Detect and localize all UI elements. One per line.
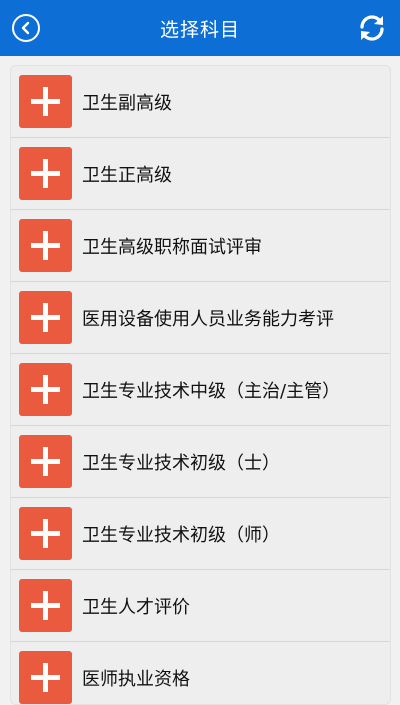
list-item[interactable]: 医用设备使用人员业务能力考评 xyxy=(11,282,390,354)
plus-icon xyxy=(19,363,72,416)
subject-list: 卫生副高级 卫生正高级 卫生高级职称面试评审 医用设备使用人员业务能力考评 卫生… xyxy=(10,65,391,705)
top-bar: 选择科目 xyxy=(0,0,400,56)
plus-icon xyxy=(19,651,72,704)
list-item[interactable]: 卫生正高级 xyxy=(11,138,390,210)
list-item[interactable]: 卫生副高级 xyxy=(11,66,390,138)
plus-icon xyxy=(19,507,72,560)
list-item-label: 卫生正高级 xyxy=(82,164,172,186)
back-button[interactable] xyxy=(12,14,40,42)
list-item-label: 卫生专业技术中级（主治/主管） xyxy=(82,380,341,402)
list-item[interactable]: 医师执业资格 xyxy=(11,642,390,704)
list-item-label: 卫生专业技术初级（士） xyxy=(82,452,280,474)
list-item[interactable]: 卫生人才评价 xyxy=(11,570,390,642)
back-circle-icon xyxy=(21,21,30,35)
list-item-label: 卫生人才评价 xyxy=(82,596,190,618)
plus-icon xyxy=(19,219,72,272)
plus-icon xyxy=(19,579,72,632)
list-item[interactable]: 卫生专业技术中级（主治/主管） xyxy=(11,354,390,426)
plus-icon xyxy=(19,147,72,200)
list-item-label: 卫生高级职称面试评审 xyxy=(82,236,262,258)
list-item-label: 医用设备使用人员业务能力考评 xyxy=(82,308,334,330)
list-item[interactable]: 卫生高级职称面试评审 xyxy=(11,210,390,282)
list-item-label: 卫生专业技术初级（师） xyxy=(82,524,280,546)
refresh-button[interactable] xyxy=(356,12,388,44)
refresh-icon xyxy=(360,15,384,41)
plus-icon xyxy=(19,291,72,344)
list-item[interactable]: 卫生专业技术初级（士） xyxy=(11,426,390,498)
page-title: 选择科目 xyxy=(159,18,240,41)
plus-icon xyxy=(19,435,72,488)
list-item[interactable]: 卫生专业技术初级（师） xyxy=(11,498,390,570)
plus-icon xyxy=(19,75,72,128)
list-item-label: 卫生副高级 xyxy=(82,92,172,114)
